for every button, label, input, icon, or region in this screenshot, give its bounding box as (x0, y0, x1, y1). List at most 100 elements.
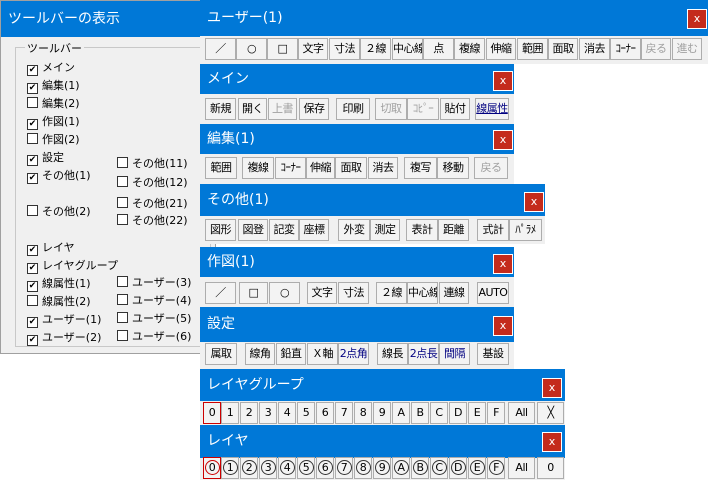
notation-change-button[interactable]: 記変 (269, 219, 299, 241)
toolbar-title[interactable]: メイン (200, 64, 514, 94)
shape-register-button[interactable]: 図登 (238, 219, 268, 241)
close-button[interactable]: x (524, 192, 544, 212)
line-length-button[interactable]: 線長 (377, 343, 408, 365)
extend-button[interactable]: 伸縮 (486, 38, 516, 60)
text-button[interactable]: 文字 (298, 38, 328, 60)
attr-get-button[interactable]: 属取 (205, 343, 237, 365)
layer-9-button[interactable]: 9 (373, 457, 391, 479)
close-button[interactable]: x (687, 9, 707, 29)
line-tool-button[interactable]: ／ (205, 38, 236, 60)
redo-button[interactable]: 進む (672, 38, 702, 60)
double-line-button[interactable]: ２線 (360, 38, 391, 60)
layer-group-4-button[interactable]: 4 (278, 402, 296, 424)
checkbox-item[interactable]: ✔ 編集(1) (27, 79, 80, 94)
close-button[interactable]: x (493, 316, 513, 336)
dimension-button[interactable]: 寸法 (338, 282, 369, 304)
point-button[interactable]: 点 (423, 38, 454, 60)
layer-0-button[interactable]: 0 (203, 457, 221, 479)
layer-f-button[interactable]: F (487, 457, 505, 479)
toolbar-title[interactable]: 作図(1) (200, 247, 514, 277)
checkbox-item[interactable]: ✔ 線属性(1) (27, 277, 91, 292)
checkbox-item[interactable]: ✔ その他(1) (27, 169, 91, 184)
checkbox-item[interactable]: ✔ 設定 (27, 151, 64, 166)
text-button[interactable]: 文字 (307, 282, 337, 304)
close-button[interactable]: x (542, 378, 562, 398)
layer-group-all-button[interactable]: All (508, 402, 535, 424)
rect-tool-button[interactable]: □ (267, 38, 298, 60)
circle-tool-button[interactable]: ○ (236, 38, 267, 60)
print-button[interactable]: 印刷 (336, 98, 370, 120)
auto-button[interactable]: AUTO (477, 282, 509, 304)
layer-write-button[interactable]: 0 (537, 457, 564, 479)
checkbox-item[interactable]: ✔ レイヤグループ (27, 259, 118, 274)
layer-4-button[interactable]: 4 (278, 457, 296, 479)
interval-button[interactable]: 間隔 (439, 343, 470, 365)
erase-button[interactable]: 消去 (579, 38, 610, 60)
overwrite-button[interactable]: 上書 (268, 98, 297, 120)
corner-button[interactable]: ｺｰﾅｰ (610, 38, 641, 60)
checkbox-item[interactable]: 作図(2) (27, 133, 80, 146)
shape-button[interactable]: 図形 (205, 219, 236, 241)
undo-button[interactable]: 戻る (474, 157, 508, 179)
layer-d-button[interactable]: D (449, 457, 467, 479)
base-set-button[interactable]: 基設 (477, 343, 509, 365)
checkbox-item[interactable]: ユーザー(3) (117, 276, 191, 289)
paste-button[interactable]: 貼付 (440, 98, 470, 120)
toolbar-title[interactable]: ユーザー(1) (200, 0, 708, 36)
layer-c-button[interactable]: C (430, 457, 448, 479)
layer-group-c-button[interactable]: C (430, 402, 448, 424)
layer-e-button[interactable]: E (468, 457, 486, 479)
layer-group-e-button[interactable]: E (468, 402, 486, 424)
two-point-angle-button[interactable]: 2点角 (338, 343, 369, 365)
checkbox-item[interactable]: その他(12) (117, 176, 188, 189)
layer-8-button[interactable]: 8 (354, 457, 372, 479)
close-button[interactable]: x (542, 432, 562, 452)
toolbar-title[interactable]: その他(1) (200, 184, 545, 216)
vertical-button[interactable]: 鉛直 (276, 343, 306, 365)
checkbox-item[interactable]: ✔ ユーザー(1) (27, 313, 101, 328)
layer-group-0-button[interactable]: 0 (203, 402, 221, 424)
checkbox-item[interactable]: その他(2) (27, 205, 91, 218)
external-change-button[interactable]: 外変 (338, 219, 370, 241)
layer-group-5-button[interactable]: 5 (297, 402, 315, 424)
close-button[interactable]: x (493, 71, 513, 91)
layer-group-3-button[interactable]: 3 (259, 402, 277, 424)
checkbox-item[interactable]: ✔ レイヤ (27, 241, 75, 256)
layer-group-2-button[interactable]: 2 (240, 402, 258, 424)
checkbox-item[interactable]: ✔ 作図(1) (27, 115, 80, 130)
toolbar-title[interactable]: レイヤ (200, 425, 565, 458)
layer-1-button[interactable]: 1 (221, 457, 239, 479)
layer-group-7-button[interactable]: 7 (335, 402, 353, 424)
formula-calc-button[interactable]: 式計 (477, 219, 509, 241)
layer-group-8-button[interactable]: 8 (354, 402, 372, 424)
toolbar-title[interactable]: 設定 (200, 307, 514, 342)
checkbox-item[interactable]: 線属性(2) (27, 295, 91, 308)
line-angle-button[interactable]: 線角 (245, 343, 275, 365)
x-axis-button[interactable]: Ｘ軸 (307, 343, 338, 365)
line-attr-button[interactable]: 線属性 (475, 98, 509, 120)
checkbox-item[interactable]: 編集(2) (27, 97, 80, 110)
connect-line-button[interactable]: 連線 (439, 282, 469, 304)
corner-button[interactable]: ｺｰﾅｰ (275, 157, 306, 179)
layer-3-button[interactable]: 3 (259, 457, 277, 479)
checkbox-item[interactable]: その他(22) (117, 214, 188, 227)
checkbox-item[interactable]: ✔ ユーザー(2) (27, 331, 101, 346)
distance-button[interactable]: 距離 (438, 219, 469, 241)
layer-6-button[interactable]: 6 (316, 457, 334, 479)
param-button[interactable]: ﾊﾟﾗﾒ (509, 219, 542, 241)
layer-b-button[interactable]: B (411, 457, 429, 479)
extend-button[interactable]: 伸縮 (306, 157, 335, 179)
checkbox-item[interactable]: ユーザー(6) (117, 330, 191, 343)
layer-all-button[interactable]: All (508, 457, 535, 479)
layer-group-clear-button[interactable]: ╳ (537, 402, 564, 424)
close-button[interactable]: x (493, 130, 513, 150)
undo-button[interactable]: 戻る (641, 38, 671, 60)
layer-group-a-button[interactable]: A (392, 402, 410, 424)
layer-group-1-button[interactable]: 1 (221, 402, 239, 424)
layer-group-9-button[interactable]: 9 (373, 402, 391, 424)
toolbar-title[interactable]: 編集(1) (200, 124, 514, 154)
center-line-button[interactable]: 中心線 (407, 282, 438, 304)
checkbox-item[interactable]: ユーザー(5) (117, 312, 191, 325)
open-button[interactable]: 開く (238, 98, 267, 120)
checkbox-item[interactable]: ユーザー(4) (117, 294, 191, 307)
